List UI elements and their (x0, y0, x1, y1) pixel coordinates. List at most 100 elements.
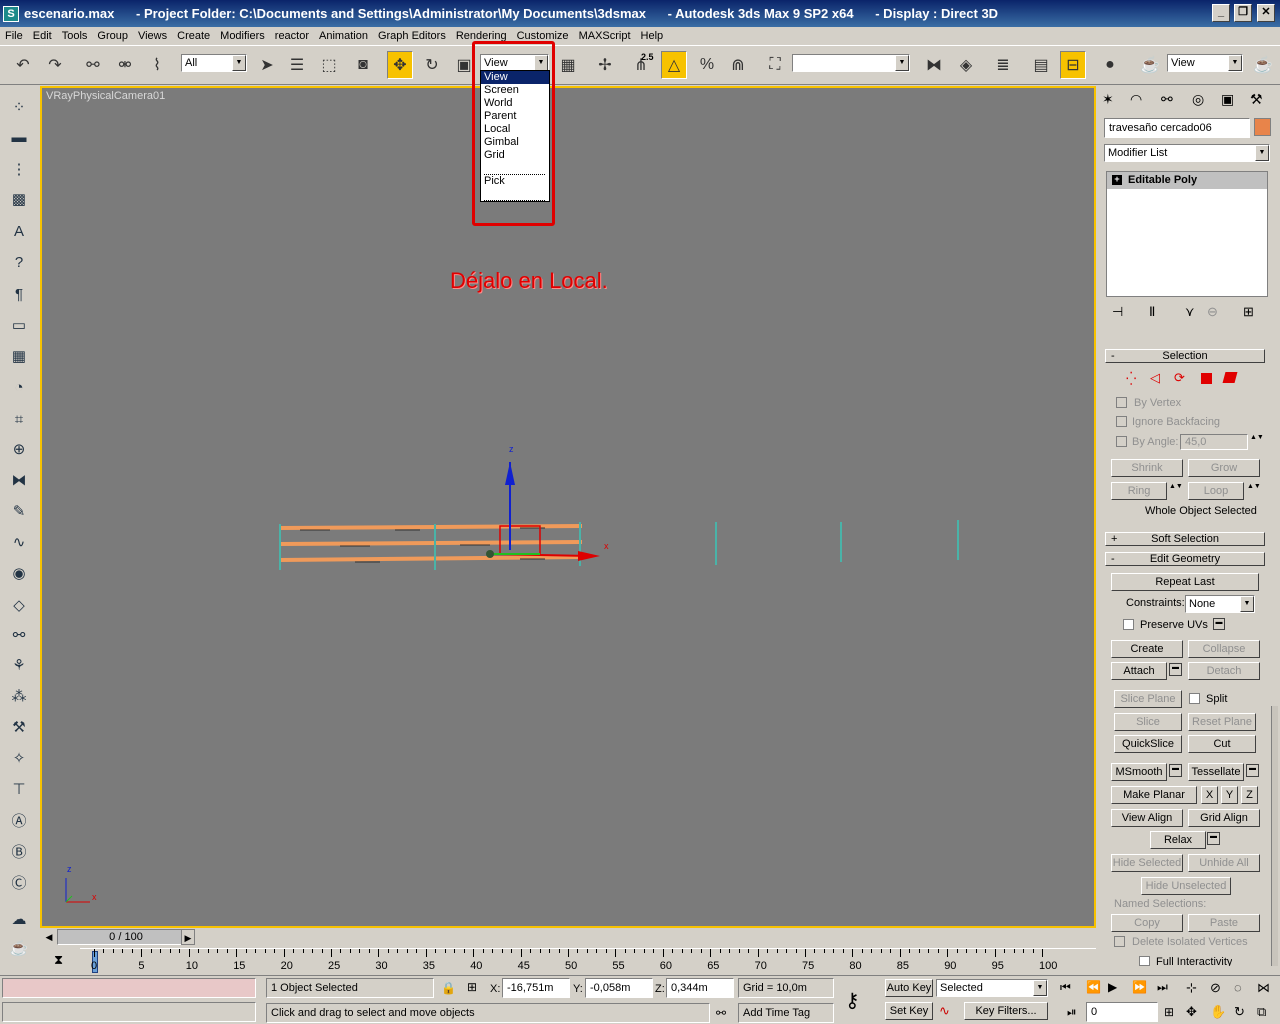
menu-views[interactable]: Views (133, 30, 172, 42)
particle-icon[interactable]: ⁘ (6, 94, 32, 120)
delete-isolated-checkbox[interactable] (1114, 936, 1125, 947)
tessellate-settings-icon[interactable]: ▬ (1246, 764, 1259, 777)
constraints-dropdown[interactable]: None ▼ (1185, 595, 1255, 613)
by-angle-checkbox[interactable] (1116, 436, 1127, 447)
viewport-camera[interactable]: VRayPhysicalCamera01 z x z x Déjalo en L… (40, 86, 1096, 928)
time-config-icon[interactable]: ⊞ (1164, 1005, 1174, 1019)
soft-selection-rollout-title[interactable]: + Soft Selection (1105, 532, 1265, 546)
unlink-icon[interactable]: ⚮ (112, 51, 138, 79)
shrink-button[interactable]: Shrink (1111, 459, 1183, 477)
select-and-move-icon[interactable]: ✥ (387, 51, 413, 79)
lock-icon[interactable]: 🔒 (441, 981, 456, 995)
text-icon[interactable]: A (6, 218, 32, 244)
menu-create[interactable]: Create (172, 30, 215, 42)
menu-animation[interactable]: Animation (314, 30, 373, 42)
menu-maxscript[interactable]: MAXScript (574, 30, 636, 42)
loop-button[interactable]: Loop (1188, 482, 1244, 500)
relax-settings-icon[interactable]: ▬ (1207, 832, 1220, 845)
command-panel-scrollbar[interactable] (1271, 706, 1278, 966)
wave-icon[interactable]: ∿ (6, 529, 32, 555)
modifier-stack[interactable]: + Editable Poly (1106, 171, 1268, 297)
reset-plane-button[interactable]: Reset Plane (1188, 713, 1256, 731)
sphere-icon[interactable]: ◉ (6, 560, 32, 586)
percent-snap-icon[interactable]: % (694, 51, 720, 79)
msmooth-button[interactable]: MSmooth (1111, 763, 1167, 781)
dolly-icon[interactable]: ✥ (1186, 1004, 1197, 1020)
field-of-view-icon[interactable]: ⋈ (1257, 980, 1270, 996)
zoom-extents-icon[interactable]: ⊹ (1186, 980, 1197, 996)
copy-button[interactable]: Copy (1111, 914, 1183, 932)
checker-icon[interactable]: ▩ (6, 186, 32, 212)
modifier-list-dropdown[interactable]: Modifier List ▼ (1104, 144, 1270, 162)
edit-geometry-rollout-title[interactable]: - Edit Geometry (1105, 552, 1265, 566)
named-selection-sets-dropdown[interactable]: ▼ (792, 54, 910, 72)
modify-tab-icon[interactable]: ◠ (1130, 91, 1142, 108)
pan-hand-icon[interactable]: ✋ (1210, 1004, 1226, 1020)
polygon-mode-icon[interactable] (1201, 373, 1212, 384)
menu-file[interactable]: File (0, 30, 28, 42)
planar-z-button[interactable]: Z (1241, 786, 1258, 804)
default-tangent-icon[interactable]: ∿ (939, 1003, 950, 1019)
menu-modifiers[interactable]: Modifiers (215, 30, 270, 42)
unhide-all-button[interactable]: Unhide All (1188, 854, 1260, 872)
expand-icon[interactable]: + (1112, 175, 1122, 185)
time-slider[interactable]: 0 / 100 (57, 929, 195, 945)
use-pivot-center-icon[interactable]: ▦ (555, 51, 581, 79)
stack-item-editable-poly[interactable]: + Editable Poly (1107, 172, 1267, 189)
collapse-button[interactable]: Collapse (1188, 640, 1260, 658)
minimize-button[interactable]: _ (1212, 4, 1230, 22)
maxscript-mini-listener[interactable] (2, 1002, 256, 1022)
render-view-dropdown[interactable]: View ▼ (1167, 54, 1243, 72)
menu-tools[interactable]: Tools (57, 30, 93, 42)
ring-spinner-icon[interactable]: ▲▼ (1169, 483, 1183, 490)
maximize-button[interactable]: ❐ (1234, 4, 1252, 22)
relax-button[interactable]: Relax (1150, 831, 1206, 849)
window-crossing-icon[interactable]: ◙ (350, 51, 376, 79)
selection-filter-dropdown[interactable]: All ▼ (181, 54, 247, 72)
attach-list-icon[interactable]: ▬ (1169, 663, 1182, 676)
create-button[interactable]: Create (1111, 640, 1183, 658)
zoom-icon[interactable]: ⊘ (1210, 980, 1221, 996)
ring-button[interactable]: Ring (1111, 482, 1167, 500)
material-editor-icon[interactable]: ● (1097, 51, 1123, 79)
link-nodes-icon[interactable]: ⚯ (6, 622, 32, 648)
mirror-icon[interactable]: ⧓ (921, 51, 947, 79)
pin-stack-icon[interactable]: ⊣ (1112, 304, 1123, 320)
teapot-render-icon[interactable]: ☕ (6, 935, 32, 961)
layers-icon[interactable]: ◇ (6, 592, 32, 618)
split-checkbox[interactable] (1189, 693, 1200, 704)
cut-button[interactable]: Cut (1188, 735, 1256, 753)
menu-graph-editors[interactable]: Graph Editors (373, 30, 451, 42)
absolute-mode-icon[interactable]: ⊞ (467, 980, 477, 994)
trackbar-filter-icon[interactable]: ⧗ (54, 952, 63, 968)
teapot-c-icon[interactable]: Ⓒ (6, 869, 32, 895)
time-prev-arrow-icon[interactable]: ◀ (42, 929, 56, 945)
ignore-backfacing-checkbox[interactable] (1116, 416, 1127, 427)
view-align-button[interactable]: View Align (1111, 809, 1183, 827)
sign-icon[interactable]: ⊤ (6, 776, 32, 802)
preserve-uvs-settings-icon[interactable]: ▬ (1213, 618, 1225, 630)
object-color-swatch[interactable] (1254, 118, 1271, 136)
help-icon[interactable]: ? (6, 249, 32, 275)
msmooth-settings-icon[interactable]: ▬ (1169, 764, 1182, 777)
orbit-icon[interactable]: ◌ (1234, 980, 1242, 995)
spinner-snap-icon[interactable]: ⋒ (725, 51, 751, 79)
key-mode-toggle-icon[interactable]: ⏯ (1067, 1005, 1077, 1020)
rectangular-selection-icon[interactable]: ⬚ (316, 51, 342, 79)
undo-icon[interactable]: ↶ (10, 51, 36, 79)
play-icon[interactable]: ▶ (1108, 980, 1117, 994)
set-key-button[interactable]: Set Key (885, 1002, 933, 1020)
key-mode-dropdown[interactable]: Selected ▼ (936, 979, 1048, 997)
repeat-last-button[interactable]: Repeat Last (1111, 573, 1259, 591)
select-and-rotate-icon[interactable]: ↻ (419, 51, 445, 79)
element-mode-icon[interactable] (1222, 372, 1238, 383)
menu-group[interactable]: Group (92, 30, 133, 42)
select-object-icon[interactable]: ➤ (254, 51, 280, 79)
hierarchy-tab-icon[interactable]: ⚯ (1161, 91, 1173, 108)
display-tab-icon[interactable]: ▣ (1221, 91, 1234, 108)
maximize-viewport-icon[interactable]: ⧉ (1257, 1004, 1266, 1020)
teapot-b-icon[interactable]: Ⓑ (6, 838, 32, 864)
crop-icon[interactable]: ⌗ (6, 406, 32, 432)
vertex-mode-icon[interactable]: ⁛ (1126, 371, 1136, 387)
create-tab-icon[interactable]: ✶ (1102, 91, 1114, 108)
